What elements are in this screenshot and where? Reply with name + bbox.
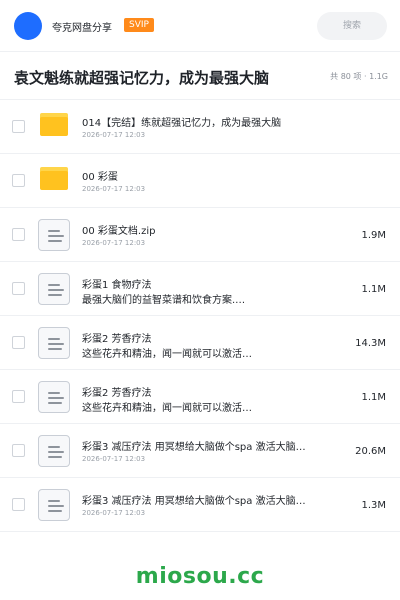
file-icon (38, 378, 70, 416)
file-icon (38, 432, 70, 470)
file-icon (38, 273, 70, 305)
file-date: 2026-07-17 12:03 (82, 131, 146, 139)
file-description: 最强大脑们的益智菜谱和饮食方案.… (82, 295, 246, 306)
folder-icon (38, 162, 70, 200)
file-icon (38, 216, 70, 254)
list-item[interactable]: 彩蛋3 减压疗法 用冥想给大脑做个spa 激活大脑… 2026-07-17 12:… (0, 478, 400, 532)
file-name: 014【完结】练就超强记忆力，成为最强大脑 (82, 118, 282, 129)
file-icon (38, 327, 70, 359)
file-date: 2026-07-17 12:03 (82, 455, 146, 463)
select-checkbox[interactable] (12, 228, 25, 241)
file-size: 1.1M (361, 284, 386, 295)
list-item[interactable]: 彩蛋1 食物疗法最强大脑们的益智菜谱和饮食方案.… 1.1M (0, 262, 400, 316)
watermark: miosou.cc (135, 564, 265, 589)
file-icon (38, 270, 70, 308)
page-title: 袁文魁练就超强记忆力，成为最强大脑 (14, 69, 270, 87)
select-checkbox[interactable] (12, 390, 25, 403)
file-date: 2026-07-17 12:03 (82, 239, 146, 247)
title-bar: 袁文魁练就超强记忆力，成为最强大脑 共 80 项 · 1.1G (0, 52, 400, 100)
select-checkbox[interactable] (12, 498, 25, 511)
folder-icon (40, 113, 68, 136)
app-header: 夸克网盘分享 SVIP 搜索 (0, 0, 400, 52)
file-list: 014【完结】练就超强记忆力，成为最强大脑 2026-07-17 12:03 00 … (0, 100, 400, 532)
select-checkbox[interactable] (12, 282, 25, 295)
select-checkbox[interactable] (12, 174, 25, 187)
file-date: 2026-07-17 12:03 (82, 185, 146, 193)
file-icon (38, 486, 70, 524)
file-size: 1.9M (361, 230, 386, 241)
file-size: 1.3M (361, 500, 386, 511)
file-icon (38, 219, 70, 251)
folder-icon (40, 167, 68, 190)
file-size: 20.6M (355, 446, 386, 457)
list-item[interactable]: 014【完结】练就超强记忆力，成为最强大脑 2026-07-17 12:03 (0, 100, 400, 154)
file-name: 彩蛋3 减压疗法 用冥想给大脑做个spa 激活大脑… (82, 442, 306, 453)
select-checkbox[interactable] (12, 120, 25, 133)
folder-icon (38, 108, 70, 146)
list-item[interactable]: 00 彩蛋文档.zip 2026-07-17 12:03 1.9M (0, 208, 400, 262)
file-size: 1.1M (361, 392, 386, 403)
list-item[interactable]: 彩蛋3 减压疗法 用冥想给大脑做个spa 激活大脑… 2026-07-17 12:… (0, 424, 400, 478)
file-icon (38, 435, 70, 467)
file-name: 00 彩蛋 (82, 172, 118, 183)
file-date: 2026-07-17 12:03 (82, 509, 146, 517)
file-size: 14.3M (355, 338, 386, 349)
avatar[interactable] (14, 12, 42, 40)
file-description: 这些花卉和精油，闻一闻就可以激活… (82, 403, 252, 414)
list-item[interactable]: 00 彩蛋 2026-07-17 12:03 (0, 154, 400, 208)
file-icon (38, 381, 70, 413)
item-count: 共 80 项 · 1.1G (330, 72, 388, 81)
user-name[interactable]: 夸克网盘分享 (52, 19, 112, 34)
list-item[interactable]: 彩蛋2 芳香疗法这些花卉和精油，闻一闻就可以激活… 14.3M (0, 316, 400, 370)
list-item[interactable]: 彩蛋2 芳香疗法这些花卉和精油，闻一闻就可以激活… 1.1M (0, 370, 400, 424)
file-name: 彩蛋2 芳香疗法 (82, 388, 152, 399)
file-name: 彩蛋1 食物疗法 (82, 280, 152, 291)
svip-badge: SVIP (124, 18, 154, 32)
search-input[interactable]: 搜索 (317, 12, 387, 40)
file-description: 这些花卉和精油，闻一闻就可以激活… (82, 349, 252, 360)
file-icon (38, 324, 70, 362)
file-icon (38, 489, 70, 521)
file-name: 彩蛋3 减压疗法 用冥想给大脑做个spa 激活大脑… (82, 496, 306, 507)
select-checkbox[interactable] (12, 444, 25, 457)
file-name: 00 彩蛋文档.zip (82, 226, 156, 237)
select-checkbox[interactable] (12, 336, 25, 349)
file-name: 彩蛋2 芳香疗法 (82, 334, 152, 345)
